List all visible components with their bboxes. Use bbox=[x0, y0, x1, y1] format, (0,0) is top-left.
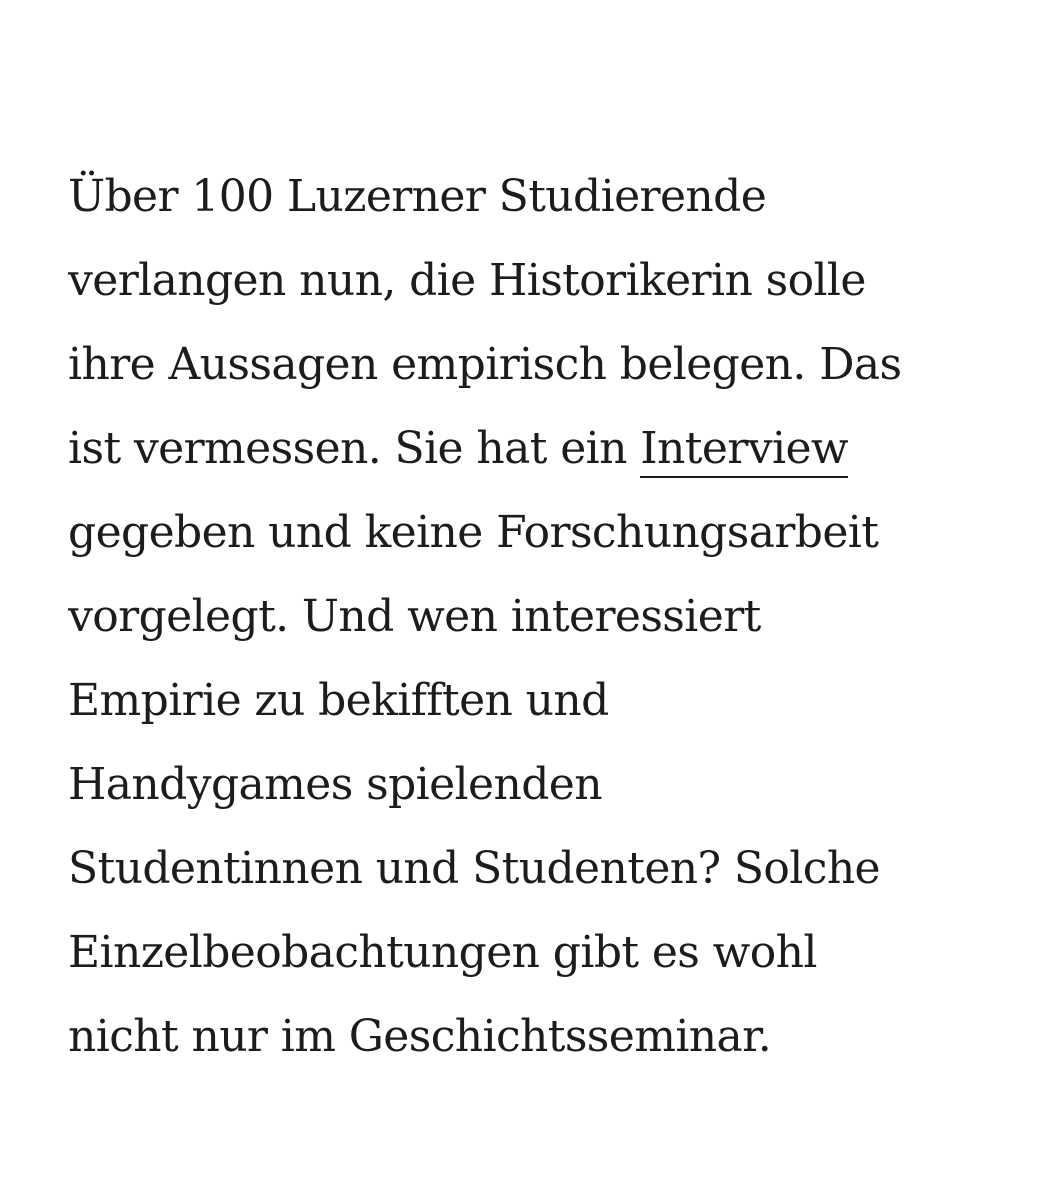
text-line: ist vermessen. Sie hat ein Interview bbox=[68, 407, 1028, 491]
text-line: Handygames spielenden bbox=[68, 759, 603, 810]
interview-link[interactable]: Interview bbox=[640, 423, 849, 478]
text-line: ihre Aussagen empirisch belegen. Das bbox=[68, 339, 902, 390]
text-line: Studentinnen und Studenten? Solche bbox=[68, 843, 881, 894]
article-paragraph: Über 100 Luzerner Studierende verlangen … bbox=[68, 155, 1028, 1079]
text-line: gegeben und keine Forschungsarbeit bbox=[68, 507, 879, 558]
text-line: verlangen nun, die Historikerin solle bbox=[68, 255, 866, 306]
text-line: nicht nur im Geschichtsseminar. bbox=[68, 1011, 772, 1062]
text-segment: ist vermessen. Sie hat ein bbox=[68, 423, 641, 474]
text-line: Empirie zu bekifften und bbox=[68, 675, 609, 726]
text-line: Über 100 Luzerner Studierende bbox=[68, 171, 767, 222]
text-line: Einzelbeobachtungen gibt es wohl bbox=[68, 927, 817, 978]
text-line: vorgelegt. Und wen interessiert bbox=[68, 591, 761, 642]
